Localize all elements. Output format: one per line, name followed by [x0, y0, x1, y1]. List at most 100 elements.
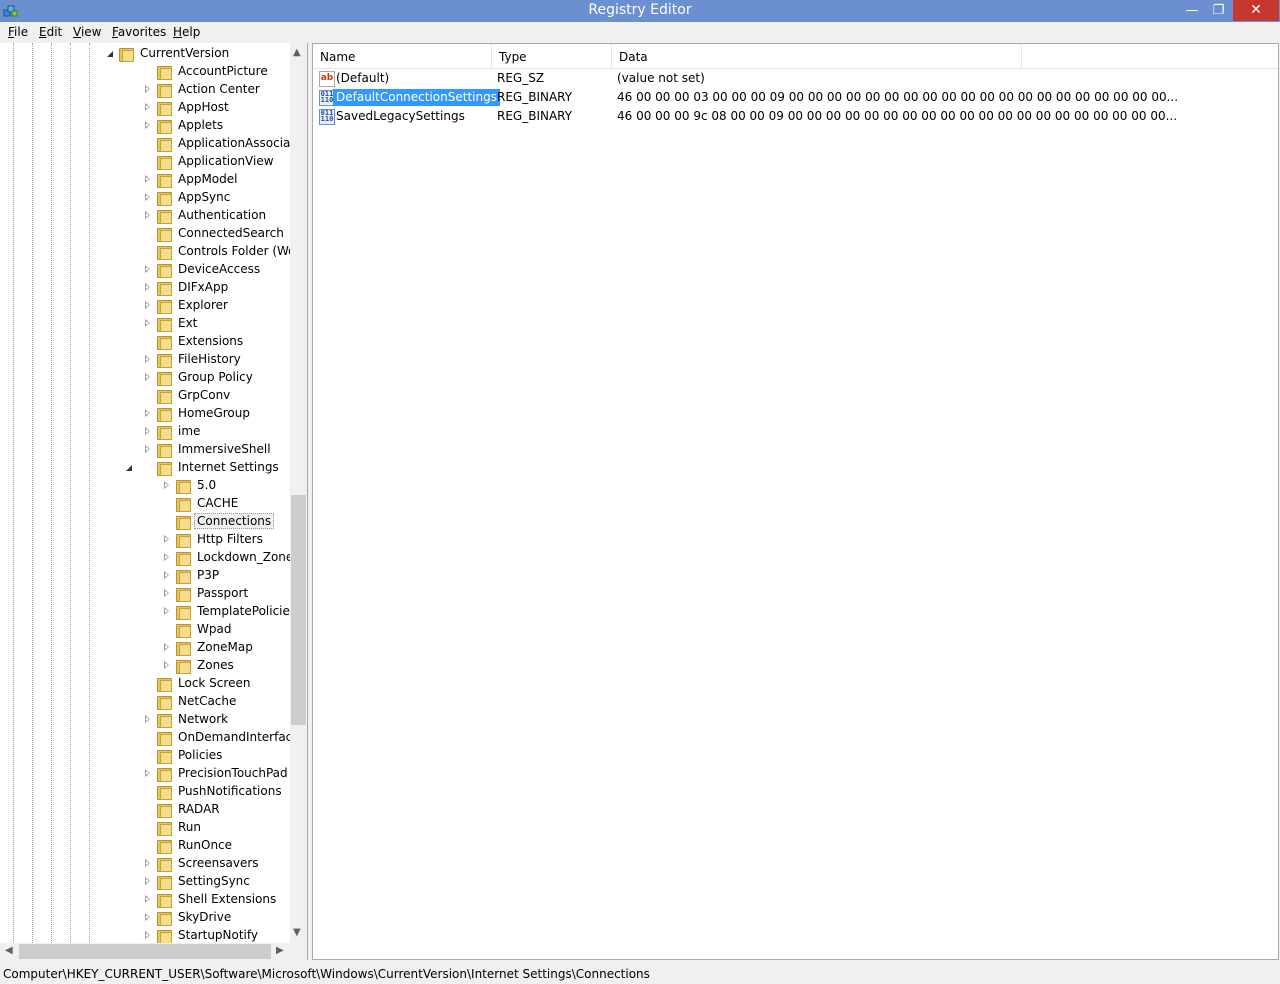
menu-view[interactable]: View	[73, 25, 101, 39]
scroll-down-arrow-icon[interactable]: ▼	[293, 927, 301, 938]
collapsed-arrow-icon[interactable]	[145, 859, 150, 867]
collapsed-arrow-icon[interactable]	[164, 607, 169, 615]
collapsed-arrow-icon[interactable]	[145, 931, 150, 939]
tree-item[interactable]: Wpad	[0, 621, 290, 639]
expanded-arrow-icon[interactable]	[126, 465, 132, 471]
menu-file[interactable]: File	[8, 25, 28, 39]
tree-item[interactable]: Explorer	[0, 297, 290, 315]
collapsed-arrow-icon[interactable]	[145, 301, 150, 309]
column-header-data[interactable]: Data	[612, 44, 1022, 68]
collapsed-arrow-icon[interactable]	[145, 373, 150, 381]
collapsed-arrow-icon[interactable]	[145, 211, 150, 219]
tree-horizontal-scroll-thumb[interactable]	[19, 944, 271, 959]
key-tree[interactable]: CurrentVersion AccountPicture Action Cente…	[0, 43, 290, 943]
tree-item[interactable]: AppModel	[0, 171, 290, 189]
tree-item[interactable]: ConnectedSearch	[0, 225, 290, 243]
collapsed-arrow-icon[interactable]	[164, 661, 169, 669]
tree-item[interactable]: Passport	[0, 585, 290, 603]
tree-item[interactable]: Zones	[0, 657, 290, 675]
collapsed-arrow-icon[interactable]	[145, 265, 150, 273]
collapsed-arrow-icon[interactable]	[145, 895, 150, 903]
title-bar[interactable]: Registry Editor — ❐ ✕	[0, 0, 1280, 22]
minimize-button[interactable]: —	[1178, 0, 1206, 21]
tree-item[interactable]: Group Policy	[0, 369, 290, 387]
scroll-left-arrow-icon[interactable]: ◀	[5, 945, 13, 956]
tree-item[interactable]: FileHistory	[0, 351, 290, 369]
tree-item[interactable]: Lock Screen	[0, 675, 290, 693]
collapsed-arrow-icon[interactable]	[145, 319, 150, 327]
tree-item[interactable]: NetCache	[0, 693, 290, 711]
tree-item[interactable]: HomeGroup	[0, 405, 290, 423]
tree-item[interactable]: Shell Extensions	[0, 891, 290, 909]
menu-favorites[interactable]: Favorites	[112, 25, 166, 39]
collapsed-arrow-icon[interactable]	[145, 355, 150, 363]
column-header-type[interactable]: Type	[492, 44, 612, 68]
tree-item[interactable]: DIFxApp	[0, 279, 290, 297]
menu-edit[interactable]: Edit	[39, 25, 62, 39]
tree-item[interactable]: Http Filters	[0, 531, 290, 549]
value-row[interactable]: ab (Default) REG_SZ (value not set)	[313, 69, 1278, 88]
tree-item[interactable]: ImmersiveShell	[0, 441, 290, 459]
tree-item[interactable]: AppHost	[0, 99, 290, 117]
tree-item[interactable]: StartupNotify	[0, 927, 290, 943]
collapsed-arrow-icon[interactable]	[145, 877, 150, 885]
collapsed-arrow-icon[interactable]	[164, 589, 169, 597]
collapsed-arrow-icon[interactable]	[164, 535, 169, 543]
tree-item[interactable]: Controls Folder (Wow64)	[0, 243, 290, 261]
tree-item[interactable]: 5.0	[0, 477, 290, 495]
tree-item[interactable]: GrpConv	[0, 387, 290, 405]
close-button[interactable]: ✕	[1233, 0, 1279, 21]
value-row[interactable]: 011 110 DefaultConnectionSettings REG_BINAR…	[313, 88, 1278, 107]
values-list-pane[interactable]: Name Type Data ab (Default) REG_SZ (value n…	[312, 43, 1279, 960]
tree-item[interactable]: RADAR	[0, 801, 290, 819]
value-row[interactable]: 011 110 SavedLegacySettings REG_BINARY 46 00…	[313, 107, 1278, 126]
tree-item[interactable]: AppSync	[0, 189, 290, 207]
tree-item[interactable]: ime	[0, 423, 290, 441]
tree-item[interactable]: Applets	[0, 117, 290, 135]
tree-item[interactable]: SkyDrive	[0, 909, 290, 927]
column-header-name[interactable]: Name	[313, 44, 492, 68]
collapsed-arrow-icon[interactable]	[164, 553, 169, 561]
tree-item[interactable]: ApplicationView	[0, 153, 290, 171]
tree-item[interactable]: Authentication	[0, 207, 290, 225]
collapsed-arrow-icon[interactable]	[145, 193, 150, 201]
tree-item[interactable]: SettingSync	[0, 873, 290, 891]
tree-item[interactable]: Lockdown_Zones	[0, 549, 290, 567]
tree-horizontal-scrollbar[interactable]: ◀ ▶	[0, 943, 290, 960]
collapsed-arrow-icon[interactable]	[164, 643, 169, 651]
collapsed-arrow-icon[interactable]	[145, 913, 150, 921]
collapsed-arrow-icon[interactable]	[145, 283, 150, 291]
tree-item[interactable]: Extensions	[0, 333, 290, 351]
tree-item[interactable]: RunOnce	[0, 837, 290, 855]
collapsed-arrow-icon[interactable]	[145, 85, 150, 93]
tree-item[interactable]: Action Center	[0, 81, 290, 99]
tree-item[interactable]: ApplicationAssociationT	[0, 135, 290, 153]
collapsed-arrow-icon[interactable]	[145, 409, 150, 417]
tree-item[interactable]: Screensavers	[0, 855, 290, 873]
menu-help[interactable]: Help	[173, 25, 200, 39]
tree-item[interactable]: ZoneMap	[0, 639, 290, 657]
expanded-arrow-icon[interactable]	[107, 51, 113, 57]
scroll-right-arrow-icon[interactable]: ▶	[276, 945, 284, 956]
tree-item[interactable]: CACHE	[0, 495, 290, 513]
tree-vertical-scroll-thumb[interactable]	[291, 495, 306, 725]
tree-item[interactable]: Policies	[0, 747, 290, 765]
tree-item[interactable]: Network	[0, 711, 290, 729]
collapsed-arrow-icon[interactable]	[145, 715, 150, 723]
tree-item[interactable]: Run	[0, 819, 290, 837]
collapsed-arrow-icon[interactable]	[145, 175, 150, 183]
collapsed-arrow-icon[interactable]	[164, 571, 169, 579]
collapsed-arrow-icon[interactable]	[164, 481, 169, 489]
tree-item[interactable]: AccountPicture	[0, 63, 290, 81]
collapsed-arrow-icon[interactable]	[145, 121, 150, 129]
restore-button[interactable]: ❐	[1205, 0, 1232, 21]
tree-item[interactable]: P3P	[0, 567, 290, 585]
collapsed-arrow-icon[interactable]	[145, 427, 150, 435]
tree-item[interactable]: OnDemandInterfaceCach	[0, 729, 290, 747]
collapsed-arrow-icon[interactable]	[145, 769, 150, 777]
collapsed-arrow-icon[interactable]	[145, 103, 150, 111]
tree-item[interactable]: Ext	[0, 315, 290, 333]
tree-item[interactable]: PushNotifications	[0, 783, 290, 801]
tree-item[interactable]: DeviceAccess	[0, 261, 290, 279]
tree-item[interactable]: PrecisionTouchPad	[0, 765, 290, 783]
